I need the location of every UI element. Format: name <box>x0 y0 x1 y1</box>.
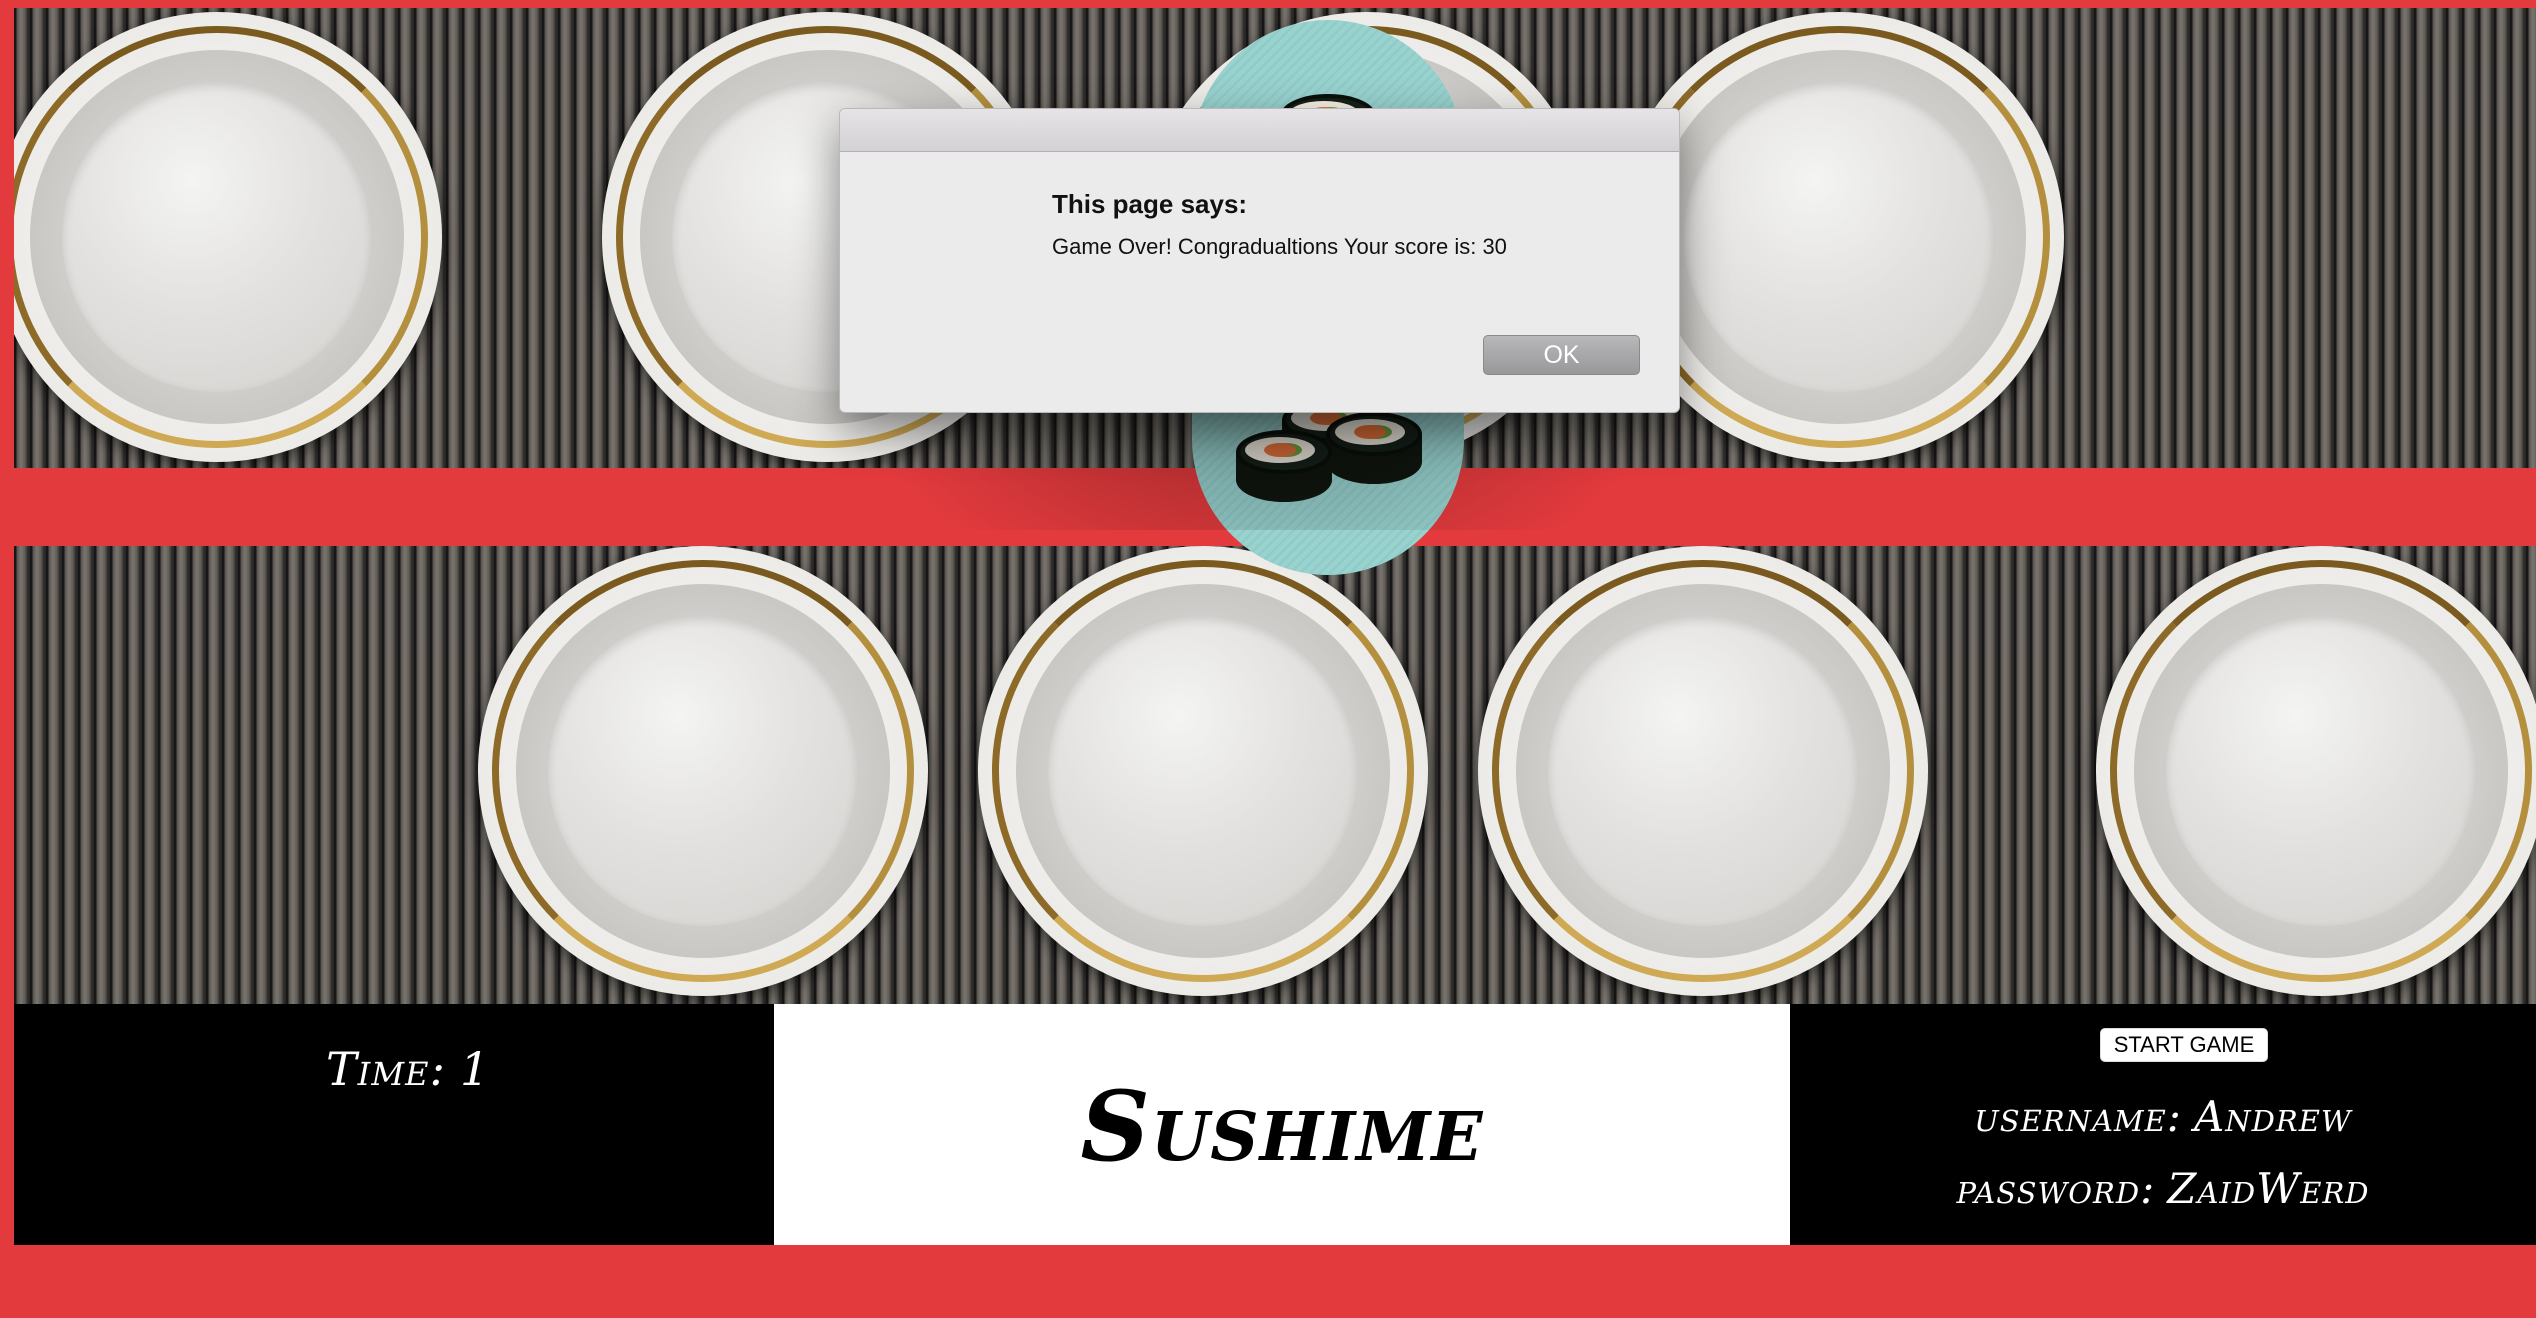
plate[interactable] <box>14 12 442 462</box>
timer-panel: Time: 1 <box>14 1004 774 1245</box>
game-footer: Time: 1 Sushime START GAME username: Andre… <box>14 1004 2536 1245</box>
timer-display: Time: 1 <box>326 1042 490 1096</box>
plate[interactable] <box>1614 12 2064 462</box>
username-label: username: <box>1974 1092 2182 1141</box>
dialog-heading: This page says: <box>1052 189 1248 219</box>
alert-dialog: This page says: Game Over! Congradualtio… <box>839 108 1680 413</box>
account-panel: START GAME username: Andrew password: Zaid… <box>1790 1004 2536 1245</box>
plate[interactable] <box>978 546 1428 996</box>
username-value: Andrew <box>2193 1092 2352 1141</box>
plate[interactable] <box>2096 546 2536 996</box>
plate[interactable] <box>478 546 928 996</box>
password-display: password: ZaidWerd <box>1790 1164 2536 1213</box>
password-label: password: <box>1956 1164 2156 1213</box>
bottom-bamboo-mat <box>14 546 2536 1004</box>
timer-label: Time: <box>326 1042 446 1096</box>
timer-value: 1 <box>459 1042 491 1096</box>
ok-button[interactable]: OK <box>1483 335 1640 375</box>
title-panel: Sushime <box>774 1004 1790 1245</box>
username-display: username: Andrew <box>1790 1092 2536 1141</box>
game-title: Sushime <box>1080 1070 1484 1183</box>
start-game-button[interactable]: START GAME <box>2100 1028 2268 1062</box>
dialog-titlebar <box>840 109 1679 152</box>
plate[interactable] <box>1478 546 1928 996</box>
dialog-message: Game Over! Congradualtions Your score is… <box>1052 234 1507 259</box>
password-value: ZaidWerd <box>2167 1164 2370 1213</box>
